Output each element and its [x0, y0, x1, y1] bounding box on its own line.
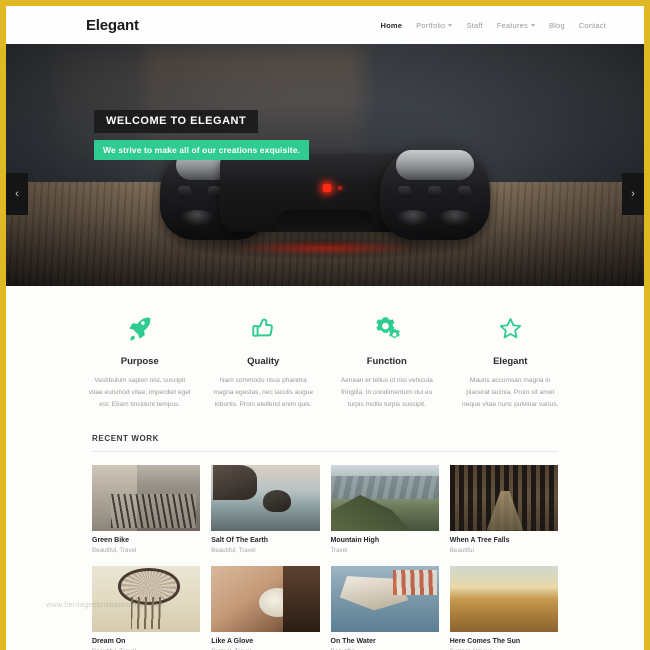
- nav-label: Staff: [466, 20, 483, 30]
- hero-caption-group: WELCOME TO ELEGANT We strive to make all…: [94, 110, 310, 160]
- chevron-down-icon: [448, 23, 453, 27]
- feature-title: Function: [366, 356, 407, 367]
- portfolio-item[interactable]: Salt Of The Earth Beautiful, Travel: [211, 464, 320, 554]
- portfolio-tags: Beautiful: [449, 546, 474, 554]
- feature-quality: Quality Nam commodo risus pharetra magna…: [202, 312, 326, 412]
- feature-text: Nam commodo risus pharetra magna egestas…: [213, 377, 314, 409]
- feature-text: Mauris accumsan magna in placerat lacini…: [462, 377, 559, 409]
- portfolio-item[interactable]: On The Water Beautiful: [330, 565, 439, 650]
- portfolio-item[interactable]: Mountain High Travel: [330, 464, 439, 554]
- nav-label: Contact: [578, 20, 606, 30]
- nav-label: Portfolio: [416, 20, 446, 30]
- hero-carousel: WELCOME TO ELEGANT We strive to make all…: [6, 44, 644, 286]
- portfolio-tags: Travel: [330, 546, 348, 554]
- nav-item-blog[interactable]: Blog: [549, 21, 565, 30]
- portfolio-title: Mountain High: [330, 536, 380, 544]
- portfolio-item[interactable]: When A Tree Falls Beautiful: [449, 464, 558, 554]
- feature-title: Quality: [247, 356, 280, 367]
- thumbs-up-icon: [212, 312, 316, 344]
- portfolio-item[interactable]: Like A Glove Surreal, Travel: [211, 565, 320, 650]
- portfolio-title: Dream On: [92, 637, 126, 645]
- portfolio-thumbnail[interactable]: [449, 464, 558, 531]
- features-section: Purpose Vestibulum sapien nisl, suscipit…: [6, 286, 644, 418]
- feature-text: Aenean et tellus id nisi vehicula fringi…: [340, 377, 433, 409]
- chevron-down-icon: [530, 23, 535, 27]
- feature-title: Elegant: [493, 356, 528, 367]
- portfolio-tags: Beautiful, Travel: [92, 546, 137, 554]
- hero-image: [6, 44, 644, 286]
- portfolio-title: Green Bike: [92, 536, 129, 544]
- nav-label: Home: [380, 20, 403, 30]
- hero-title: WELCOME TO ELEGANT: [94, 110, 259, 133]
- star-icon: [459, 312, 563, 344]
- main-navigation: Home Portfolio Staff Features Blog Conta…: [380, 21, 606, 30]
- gears-icon: [335, 312, 439, 344]
- carousel-next-button[interactable]: ›: [622, 173, 644, 215]
- portfolio-title: On The Water: [330, 637, 376, 645]
- portfolio-thumbnail[interactable]: [211, 464, 320, 531]
- nav-label: Features: [496, 20, 528, 30]
- feature-function: Function Aenean et tellus id nisi vehicu…: [325, 312, 449, 412]
- chevron-left-icon: ‹: [15, 188, 19, 200]
- feature-title: Purpose: [120, 356, 159, 367]
- site-header: Elegant Home Portfolio Staff Features Bl…: [6, 6, 644, 44]
- portfolio-item[interactable]: Here Comes The Sun Surreal, Unique: [449, 565, 558, 650]
- nav-item-staff[interactable]: Staff: [466, 21, 482, 30]
- portfolio-title: Salt Of The Earth: [211, 536, 269, 544]
- portfolio-title: Here Comes The Sun: [449, 637, 521, 645]
- nav-item-home[interactable]: Home: [380, 21, 402, 30]
- feature-purpose: Purpose Vestibulum sapien nisl, suscipit…: [78, 312, 202, 412]
- rocket-icon: [88, 312, 192, 344]
- portfolio-item[interactable]: Green Bike Beautiful, Travel: [92, 464, 201, 554]
- site-logo[interactable]: Elegant: [86, 17, 139, 34]
- hero-subtitle: We strive to make all of our creations e…: [94, 140, 310, 160]
- nav-item-contact[interactable]: Contact: [579, 21, 606, 30]
- nav-item-portfolio[interactable]: Portfolio: [416, 20, 453, 30]
- portfolio-title: When A Tree Falls: [449, 536, 510, 544]
- recent-work-section: RECENT WORK Green Bike Beautiful, Travel…: [6, 417, 644, 650]
- carousel-prev-button[interactable]: ‹: [6, 173, 28, 215]
- chevron-right-icon: ›: [631, 188, 635, 200]
- feature-elegant: Elegant Mauris accumsan magna in placera…: [449, 312, 573, 412]
- portfolio-grid: Green Bike Beautiful, Travel Salt Of The…: [92, 464, 558, 650]
- portfolio-thumbnail[interactable]: [211, 565, 320, 632]
- nav-item-features[interactable]: Features: [497, 21, 535, 30]
- portfolio-thumbnail[interactable]: [330, 464, 439, 531]
- portfolio-thumbnail[interactable]: [330, 565, 439, 632]
- hero-vignette: [6, 44, 644, 286]
- portfolio-thumbnail[interactable]: [449, 565, 558, 632]
- portfolio-thumbnail[interactable]: [92, 565, 201, 632]
- portfolio-item[interactable]: Dream On Beautiful, Travel: [92, 565, 201, 650]
- portfolio-title: Like A Glove: [211, 637, 254, 645]
- portfolio-thumbnail[interactable]: [92, 464, 201, 531]
- section-heading: RECENT WORK: [92, 434, 558, 452]
- portfolio-tags: Beautiful, Travel: [211, 546, 256, 554]
- nav-label: Blog: [548, 20, 565, 30]
- feature-text: Vestibulum sapien nisl, suscipit vitae e…: [88, 377, 191, 409]
- page-root: Elegant Home Portfolio Staff Features Bl…: [6, 6, 644, 650]
